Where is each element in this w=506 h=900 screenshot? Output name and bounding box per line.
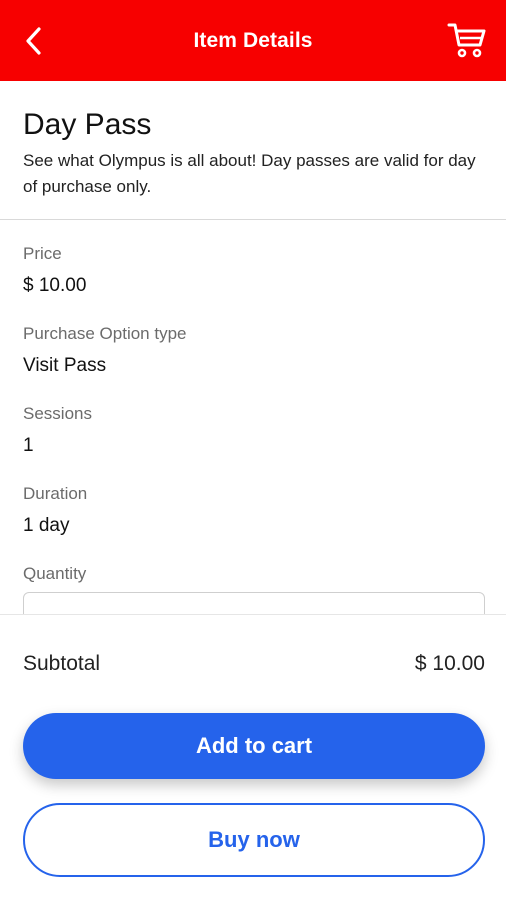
back-button[interactable] [18, 25, 48, 57]
subtotal-label: Subtotal [23, 652, 101, 675]
checkout-footer: Subtotal $ 10.00 Add to cart Buy now [0, 614, 506, 900]
purchase-option-value: Visit Pass [23, 355, 107, 376]
price-value: $ 10.00 [23, 275, 87, 296]
top-app-bar: Item Details [0, 0, 506, 81]
subtotal-value: $ 10.00 [414, 652, 485, 675]
item-header: Day Pass See what Olympus is all about! … [0, 81, 506, 220]
sessions-value: 1 [23, 435, 34, 456]
quantity-field[interactable] [23, 592, 485, 614]
add-to-cart-button[interactable]: Add to cart [23, 713, 485, 779]
cart-button[interactable] [446, 20, 488, 60]
purchase-option-label: Purchase Option type [23, 324, 187, 343]
price-label: Price [23, 244, 62, 263]
chevron-left-icon [26, 27, 41, 55]
shopping-cart-icon [447, 23, 486, 58]
sessions-label: Sessions [23, 404, 92, 423]
quantity-input[interactable] [40, 607, 440, 614]
duration-value: 1 day [23, 515, 70, 536]
page-title: Item Details [193, 28, 313, 52]
item-details: Price $ 10.00 Purchase Option type Visit… [0, 220, 506, 614]
quantity-label: Quantity [23, 564, 87, 583]
item-description: See what Olympus is all about! Day passe… [23, 151, 476, 196]
buy-now-button[interactable]: Buy now [23, 803, 485, 877]
duration-label: Duration [23, 484, 88, 503]
item-name: Day Pass [23, 108, 152, 141]
